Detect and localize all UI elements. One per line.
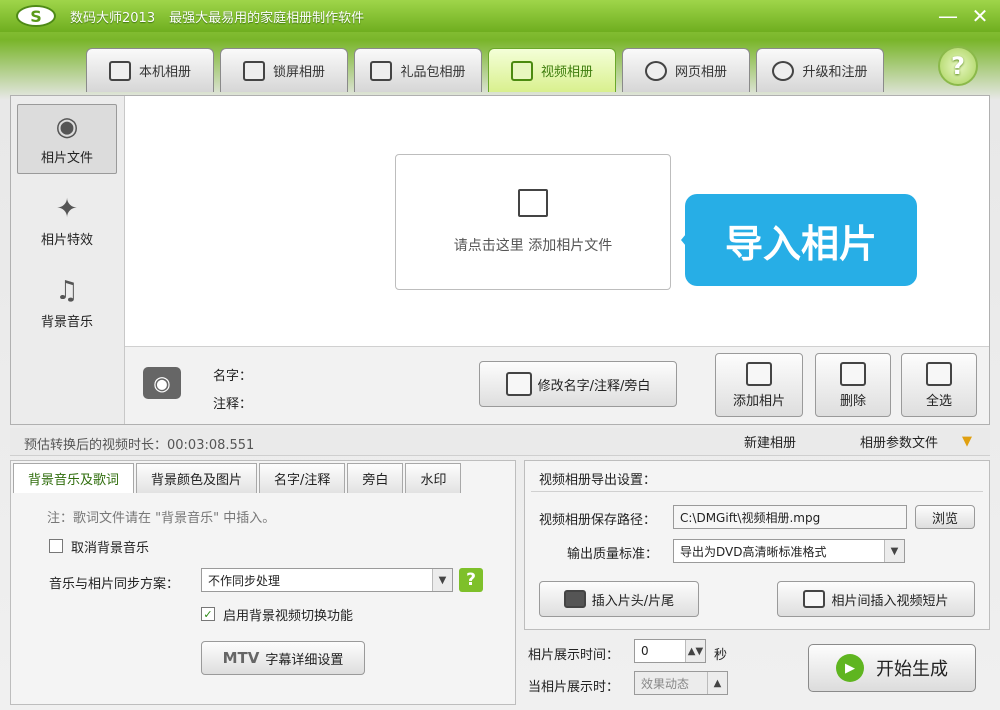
edit-icon (803, 590, 825, 608)
tab-narration[interactable]: 旁白 (347, 463, 403, 493)
start-generate-button[interactable]: ▶开始生成 (808, 644, 976, 692)
select-all-button[interactable]: 全选 (901, 353, 977, 417)
left-sidebar: ◉ 相片文件 ✦ 相片特效 ♫ 背景音乐 (11, 96, 125, 424)
film-icon (511, 61, 533, 81)
app-title: 数码大师2013 (70, 7, 155, 26)
close-button[interactable]: ✕ (968, 4, 992, 28)
edit-name-note-button[interactable]: 修改名字/注释/旁白 (479, 361, 677, 407)
video-camera-icon (564, 590, 586, 608)
sync-label: 音乐与相片同步方案： (49, 573, 179, 592)
lyrics-note: 注：歌词文件请在 "背景音乐" 中插入。 (47, 507, 275, 526)
status-bar: 预估转换后的视频时长：00:03:08.551 新建相册 相册参数文件 ▼ (10, 428, 990, 456)
enable-switch-checkbox[interactable]: ✓ (201, 607, 215, 621)
main-tabs: 本机相册 锁屏相册 礼品包相册 视频相册 网页相册 升级和注册 (86, 48, 884, 92)
minimize-button[interactable]: — (936, 4, 960, 28)
music-panel: 背景音乐及歌词 背景颜色及图片 名字/注释 旁白 水印 注：歌词文件请在 "背景… (10, 460, 516, 705)
save-path-label: 视频相册保存路径： (539, 509, 656, 528)
tab-lock-screen-album[interactable]: 锁屏相册 (220, 48, 348, 92)
divider (531, 491, 983, 492)
tab-gift-album[interactable]: 礼品包相册 (354, 48, 482, 92)
camera-placeholder-icon: ◉ (143, 367, 181, 399)
dynamic-select[interactable]: 效果动态▲ (634, 671, 728, 695)
gift-icon (370, 61, 392, 81)
dynamic-label: 当相片展示时： (528, 676, 619, 695)
chevron-up-icon: ▲ (707, 672, 727, 694)
delete-button[interactable]: 删除 (815, 353, 891, 417)
play-icon: ▶ (836, 654, 864, 682)
import-photo-bubble: 导入相片 (685, 194, 917, 286)
tab-upgrade-register[interactable]: 升级和注册 (756, 48, 884, 92)
app-logo: S (16, 5, 56, 27)
sync-select[interactable]: 不作同步处理▼ (201, 568, 453, 592)
photo-workspace: ◉ 相片文件 ✦ 相片特效 ♫ 背景音乐 请点击这里 添加相片文件 导入相片 ◉… (10, 95, 990, 425)
insert-video-clip-button[interactable]: 相片间插入视频短片 (777, 581, 975, 617)
tab-video-album[interactable]: 视频相册 (488, 48, 616, 92)
tab-watermark[interactable]: 水印 (405, 463, 461, 493)
export-panel: 视频相册导出设置： 视频相册保存路径： C:\DMGift\视频相册.mpg 浏… (524, 460, 990, 630)
tab-bg-music-lyrics[interactable]: 背景音乐及歌词 (13, 463, 134, 493)
estimated-duration: 预估转换后的视频时长：00:03:08.551 (24, 434, 254, 453)
quality-label: 输出质量标准： (567, 543, 658, 562)
ie-icon (645, 61, 667, 81)
settings-subtabs: 背景音乐及歌词 背景颜色及图片 名字/注释 旁白 水印 (13, 463, 463, 493)
tab-bg-color-image[interactable]: 背景颜色及图片 (136, 463, 257, 493)
note-label: 注释： (213, 393, 252, 412)
title-bar: S 数码大师2013 最强大最易用的家庭相册制作软件 — ✕ (0, 0, 1000, 32)
edit-icon (506, 372, 532, 396)
cancel-music-checkbox[interactable] (49, 539, 63, 553)
insert-head-tail-button[interactable]: 插入片头/片尾 (539, 581, 699, 617)
quality-select[interactable]: 导出为DVD高清晰标准格式▼ (673, 539, 905, 563)
add-photo-icon (518, 189, 548, 217)
globe-icon (772, 61, 794, 81)
name-label: 名字： (213, 365, 252, 384)
chevron-down-icon: ▼ (432, 569, 452, 591)
trash-icon (840, 362, 866, 386)
album-params-menu[interactable]: 相册参数文件 (860, 432, 938, 451)
chevron-down-icon: ▼ (962, 434, 972, 449)
tab-web-album[interactable]: 网页相册 (622, 48, 750, 92)
tab-local-album[interactable]: 本机相册 (86, 48, 214, 92)
add-photo-icon (746, 362, 772, 386)
screen-icon (243, 61, 265, 81)
app-slogan: 最强大最易用的家庭相册制作软件 (169, 7, 364, 26)
sidebar-item-background-music[interactable]: ♫ 背景音乐 (17, 268, 117, 338)
app-window: S 数码大师2013 最强大最易用的家庭相册制作软件 — ✕ 本机相册 锁屏相册… (0, 0, 1000, 710)
duration-spinner[interactable]: 0▲▼ (634, 639, 706, 663)
duration-label: 相片展示时间： (528, 644, 619, 663)
seconds-unit: 秒 (714, 644, 727, 663)
photo-info-bar: ◉ 名字： 注释： 修改名字/注释/旁白 添加相片 删除 全选 (125, 346, 989, 424)
add-photo-button[interactable]: 添加相片 (715, 353, 803, 417)
sidebar-item-photo-effects[interactable]: ✦ 相片特效 (17, 186, 117, 256)
chevron-down-icon: ▼ (884, 540, 904, 562)
sidebar-item-photo-files[interactable]: ◉ 相片文件 (17, 104, 117, 174)
spinner-arrows-icon[interactable]: ▲▼ (685, 640, 705, 662)
sync-help-icon[interactable]: ? (459, 568, 483, 592)
cancel-music-label: 取消背景音乐 (71, 537, 149, 556)
monitor-icon (109, 61, 131, 81)
tab-name-note[interactable]: 名字/注释 (259, 463, 345, 493)
music-note-icon: ♫ (50, 277, 84, 305)
export-settings-title: 视频相册导出设置： (539, 469, 656, 488)
subtitle-settings-button[interactable]: MTV字幕详细设置 (201, 641, 365, 675)
browse-button[interactable]: 浏览 (915, 505, 975, 529)
camera-icon: ◉ (50, 113, 84, 141)
help-button[interactable]: ? (938, 46, 978, 86)
new-album-button[interactable]: 新建相册 (744, 432, 796, 451)
select-all-icon (926, 362, 952, 386)
enable-switch-label: 启用背景视频切换功能 (223, 605, 353, 624)
save-path-field[interactable]: C:\DMGift\视频相册.mpg (673, 505, 907, 529)
effects-icon: ✦ (50, 195, 84, 223)
add-photo-drop-area[interactable]: 请点击这里 添加相片文件 (395, 154, 671, 290)
drop-area-text: 请点击这里 添加相片文件 (454, 235, 612, 255)
